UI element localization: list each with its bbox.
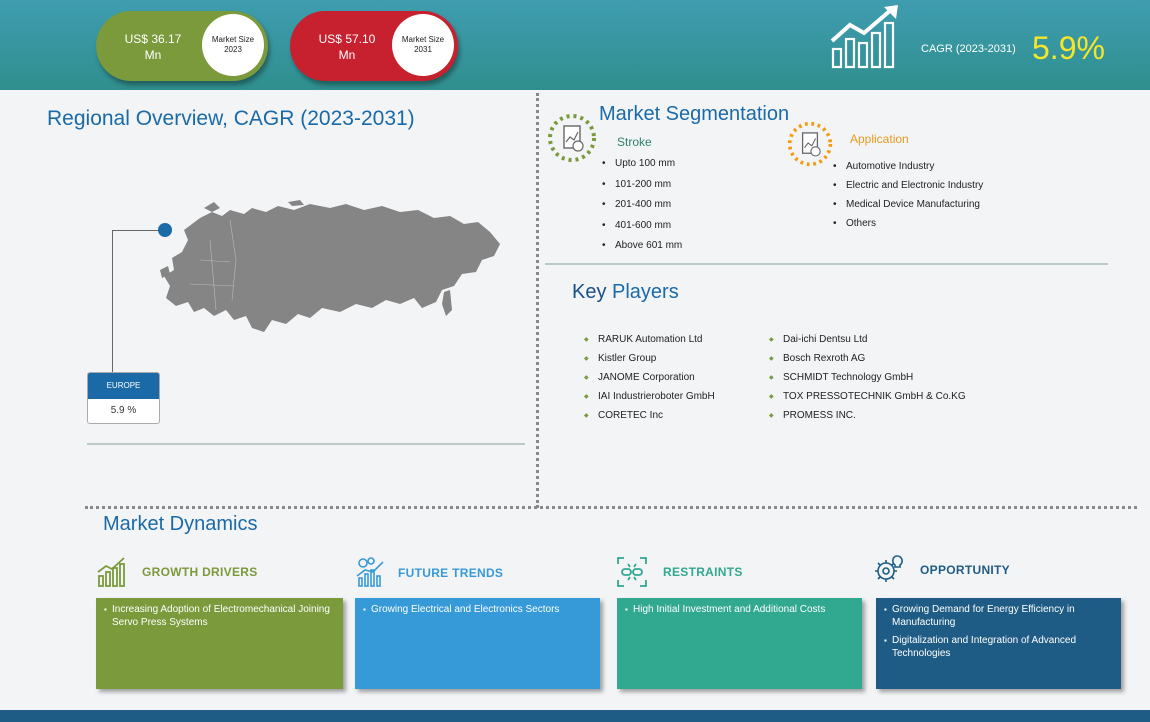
broken-chain-icon	[617, 557, 647, 587]
key-players-left-list: RARUK Automation Ltd Kistler Group JANOM…	[584, 333, 715, 428]
application-item: Automotive Industry	[833, 161, 983, 180]
opportunity-box: Growing Demand for Energy Efficiency in …	[876, 598, 1121, 689]
market-size-label-text: Market Size	[211, 35, 255, 44]
cagr-label: CAGR (2023-2031)	[921, 43, 1016, 55]
region-cagr-card: EUROPE 5.9 %	[87, 372, 160, 424]
stroke-item: Upto 100 mm	[602, 158, 682, 179]
key-player-item: IAI Industrieroboter GmbH	[584, 390, 715, 409]
application-heading: Application	[850, 132, 909, 146]
market-size-2023-label: Market Size 2023	[202, 14, 264, 76]
market-size-year: 2023	[224, 45, 242, 54]
stroke-item: 201-400 mm	[602, 199, 682, 220]
gear-bulb-icon	[875, 555, 903, 582]
section-divider	[87, 443, 525, 445]
growth-chart-icon	[830, 5, 898, 69]
key-players-right-list: Dai-ichi Dentsu Ltd Bosch Rexroth AG SCH…	[769, 333, 966, 428]
market-size-2031-pill: US$ 57.10 Mn Market Size 2031	[290, 11, 458, 81]
future-trends-heading: FUTURE TRENDS	[398, 566, 504, 580]
key-player-item: SCHMIDT Technology GmbH	[769, 371, 966, 390]
key-player-item: JANOME Corporation	[584, 371, 715, 390]
region-name: EUROPE	[88, 373, 159, 399]
region-pointer-line	[112, 230, 160, 231]
opportunity-item: Digitalization and Integration of Advanc…	[884, 634, 1113, 660]
infographic-page: US$ 36.17 Mn Market Size 2023 US$ 57.10 …	[0, 0, 1150, 722]
key-player-item: Dai-ichi Dentsu Ltd	[769, 333, 966, 352]
market-dynamics-title: Market Dynamics	[103, 513, 258, 535]
application-item: Electric and Electronic Industry	[833, 180, 983, 199]
market-size-2023-unit: Mn	[144, 48, 162, 62]
stroke-item: 401-600 mm	[602, 220, 682, 241]
application-list: Automotive Industry Electric and Electro…	[833, 161, 983, 237]
key-players-title: Key Players	[572, 281, 679, 304]
market-size-2031-value: US$ 57.10 Mn	[312, 31, 382, 63]
restraints-heading: RESTRAINTS	[663, 565, 743, 579]
europe-map-icon	[160, 200, 500, 332]
application-item: Others	[833, 218, 983, 237]
key-players-title-bold: Key	[572, 281, 607, 303]
opportunity-heading: OPPORTUNITY	[920, 563, 1010, 577]
application-item: Medical Device Manufacturing	[833, 199, 983, 218]
cagr-value: 5.9%	[1032, 30, 1105, 66]
restraints-box: High Initial Investment and Additional C…	[617, 598, 862, 689]
gears-chart-icon	[356, 557, 384, 587]
future-trend-item: Growing Electrical and Electronics Secto…	[363, 603, 592, 616]
market-size-2031-unit: Mn	[338, 48, 356, 62]
document-chart-icon	[548, 114, 596, 162]
market-size-2031-amount: US$ 57.10	[318, 32, 376, 46]
dotted-divider-horizontal	[85, 506, 1137, 509]
market-size-label-text: Market Size	[401, 35, 445, 44]
regional-overview-title: Regional Overview, CAGR (2023-2031)	[47, 107, 415, 130]
growth-drivers-box: Increasing Adoption of Electromechanical…	[96, 598, 343, 689]
dotted-divider-vertical	[536, 93, 539, 508]
growth-drivers-heading: GROWTH DRIVERS	[142, 565, 258, 579]
key-player-item: Kistler Group	[584, 352, 715, 371]
opportunity-item: Growing Demand for Energy Efficiency in …	[884, 603, 1113, 629]
market-size-2023-pill: US$ 36.17 Mn Market Size 2023	[96, 11, 268, 81]
key-player-item: RARUK Automation Ltd	[584, 333, 715, 352]
section-divider	[545, 263, 1108, 265]
market-size-year: 2031	[414, 45, 432, 54]
stroke-heading: Stroke	[617, 135, 652, 149]
footer-bar	[0, 710, 1150, 722]
document-chart-icon	[787, 121, 833, 167]
key-player-item: CORETEC Inc	[584, 409, 715, 428]
region-cagr: 5.9 %	[110, 405, 137, 416]
market-size-2031-label: Market Size 2031	[392, 14, 454, 76]
restraint-item: High Initial Investment and Additional C…	[625, 603, 854, 616]
header-banner: US$ 36.17 Mn Market Size 2023 US$ 57.10 …	[0, 0, 1150, 90]
location-pin-icon	[158, 223, 172, 237]
stroke-item: Above 601 mm	[602, 240, 682, 261]
growth-driver-item: Increasing Adoption of Electromechanical…	[104, 603, 335, 629]
stroke-list: Upto 100 mm 101-200 mm 201-400 mm 401-60…	[602, 158, 682, 261]
key-player-item: Bosch Rexroth AG	[769, 352, 966, 371]
market-segmentation-title: Market Segmentation	[599, 103, 790, 125]
bar-chart-growth-icon	[97, 557, 125, 587]
future-trends-box: Growing Electrical and Electronics Secto…	[355, 598, 600, 689]
key-player-item: TOX PRESSOTECHNIK GmbH & Co.KG	[769, 390, 966, 409]
key-players-title-rest: Players	[606, 281, 679, 303]
market-size-2023-amount: US$ 36.17	[124, 32, 182, 46]
market-size-2023-value: US$ 36.17 Mn	[118, 31, 188, 63]
region-pointer-line	[112, 230, 113, 372]
key-player-item: PROMESS INC.	[769, 409, 966, 428]
stroke-item: 101-200 mm	[602, 179, 682, 200]
